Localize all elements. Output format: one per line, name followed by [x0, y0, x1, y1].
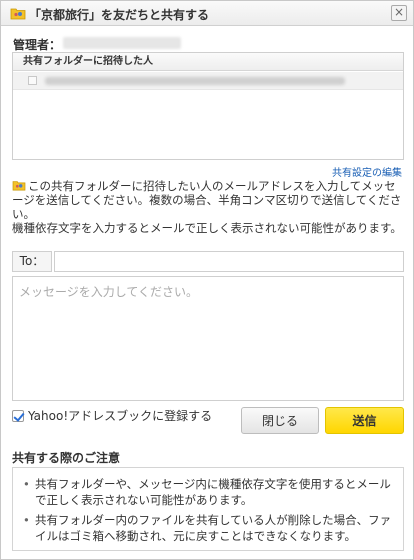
list-item[interactable]	[13, 72, 403, 90]
yahoo-addressbook-option[interactable]: Yahoo!アドレスブックに登録する	[12, 407, 212, 425]
shared-folder-icon	[12, 181, 26, 191]
close-icon[interactable]: ×	[391, 5, 407, 21]
caution-item: 共有フォルダーや、メッセージ内に機種依存文字を使用するとメールで正しく表示されな…	[21, 476, 395, 508]
to-input[interactable]	[54, 251, 404, 272]
to-row: To：	[12, 251, 404, 272]
checkbox-checked-icon[interactable]	[12, 410, 24, 422]
edit-share-settings-link[interactable]: 共有設定の編集	[332, 164, 402, 179]
invited-members-header: 共有フォルダーに招待した人	[13, 53, 403, 71]
share-dialog: 「京都旅行」を友だちと共有する × 管理者： 共有フォルダーに招待した人 共有設…	[0, 0, 414, 560]
shared-folder-icon	[10, 8, 26, 20]
notice-text-2: 機種依存文字を入力するとメールで正しく表示されない可能性があります。	[12, 221, 402, 235]
invite-notice: この共有フォルダーに招待したい人のメールアドレスを入力してメッセージを送信してく…	[12, 179, 406, 235]
to-label: To：	[12, 251, 52, 272]
yahoo-addressbook-label[interactable]: Yahoo!アドレスブックに登録する	[28, 409, 212, 423]
close-button[interactable]: 閉じる	[241, 407, 319, 434]
member-checkbox[interactable]	[28, 76, 37, 85]
manager-value-redacted	[63, 37, 181, 49]
notice-text-1: この共有フォルダーに招待したい人のメールアドレスを入力してメッセージを送信してく…	[12, 179, 402, 221]
caution-title: 共有する際のご注意	[12, 451, 121, 465]
send-button[interactable]: 送信	[325, 407, 404, 434]
caution-item: 共有フォルダー内のファイルを共有している人が削除した場合、ファイルはゴミ箱へ移動…	[21, 512, 395, 544]
member-email-redacted	[45, 77, 345, 85]
caution-box: 共有フォルダーや、メッセージ内に機種依存文字を使用するとメールで正しく表示されな…	[12, 467, 404, 551]
message-input[interactable]	[12, 276, 404, 401]
invited-members-list: 共有フォルダーに招待した人	[12, 52, 404, 160]
dialog-title: 「京都旅行」を友だちと共有する	[29, 8, 210, 22]
manager-label: 管理者：	[13, 38, 62, 52]
dialog-titlebar: 「京都旅行」を友だちと共有する ×	[1, 1, 413, 26]
